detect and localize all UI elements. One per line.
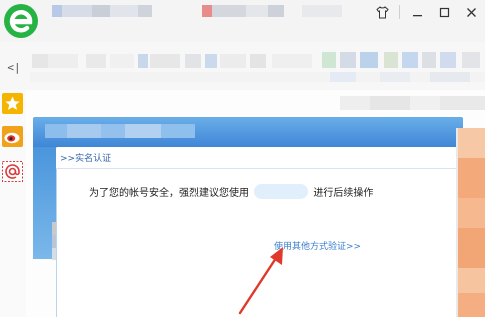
maximize-icon bbox=[439, 7, 450, 17]
favorites-star-icon[interactable] bbox=[2, 93, 23, 114]
message-suffix: 进行后续操作 bbox=[313, 188, 374, 199]
skin-button[interactable] bbox=[369, 0, 396, 24]
minimize-button[interactable] bbox=[404, 0, 431, 24]
blurred-page-strip bbox=[340, 96, 485, 110]
masked-method-placeholder bbox=[254, 184, 309, 199]
minimize-icon bbox=[413, 14, 422, 16]
window-controls bbox=[369, 0, 485, 24]
window-controls-separator bbox=[396, 0, 404, 24]
address-toolbar-pixelated bbox=[0, 42, 485, 90]
shirt-skin-icon bbox=[376, 5, 389, 18]
left-sidebar bbox=[0, 90, 27, 317]
breadcrumb: >>实名认证 bbox=[56, 148, 458, 169]
browser-logo-icon[interactable] bbox=[2, 2, 40, 40]
maximize-button[interactable] bbox=[431, 0, 458, 24]
email-at-icon[interactable] bbox=[2, 161, 23, 182]
sidebar-collapse-toggle[interactable]: <| bbox=[0, 54, 28, 80]
annotation-arrow bbox=[238, 247, 283, 315]
close-icon bbox=[467, 7, 476, 17]
security-message: 为了您的帐号安全，强烈建议您使用 进行后续操作 bbox=[89, 184, 373, 199]
dialog-title-pixelated bbox=[45, 124, 195, 138]
close-button[interactable] bbox=[458, 0, 485, 24]
right-edge-pixelated bbox=[456, 128, 485, 317]
breadcrumb-real-name-auth[interactable]: >>实名认证 bbox=[60, 151, 111, 164]
tab-strip-pixelated[interactable] bbox=[52, 3, 358, 19]
weibo-icon[interactable] bbox=[2, 126, 23, 147]
title-bar bbox=[0, 0, 485, 42]
message-prefix: 为了您的帐号安全，强烈建议您使用 bbox=[89, 188, 249, 199]
dialog-title-bar[interactable] bbox=[33, 117, 463, 147]
toolbar-pixel-mosaic bbox=[30, 52, 485, 82]
